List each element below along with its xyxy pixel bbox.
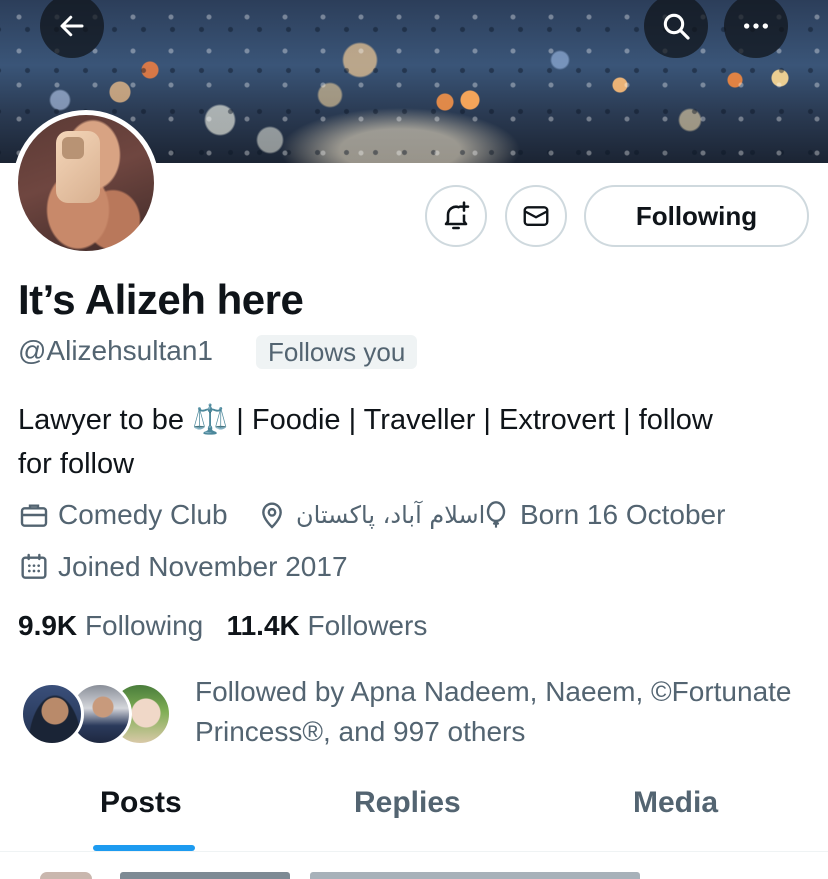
- following-stat[interactable]: 9.9K Following: [18, 610, 211, 641]
- notify-button[interactable]: [425, 185, 487, 247]
- briefcase-icon: [20, 504, 48, 527]
- avatar-phone-camera: [62, 137, 84, 159]
- followed-by-text: Followed by Apna Nadeem, Naeem, ©Fortuna…: [195, 676, 792, 747]
- joined-label: Joined November 2017: [58, 551, 348, 582]
- envelope-icon: [523, 206, 549, 226]
- following-button[interactable]: Following: [584, 185, 809, 247]
- bio-line-2: for follow: [18, 448, 135, 480]
- profile-joined: Joined November 2017: [18, 551, 348, 583]
- profile-stats: 9.9K Following 11.4K Followers: [18, 610, 427, 642]
- next-post-preview: [0, 872, 828, 879]
- followers-count: 11.4K: [226, 610, 300, 641]
- display-name: It’s Alizeh here: [18, 276, 304, 323]
- profile-handle: @Alizehsultan1: [18, 335, 213, 366]
- profile-category: Comedy Club: [18, 499, 228, 531]
- follower-avatar-1: [20, 682, 84, 746]
- following-stat-label: Following: [84, 610, 204, 641]
- message-button[interactable]: [505, 185, 567, 247]
- category-label: Comedy Club: [58, 499, 228, 530]
- follows-you-badge: Follows you: [256, 335, 418, 369]
- birthday-label: Born 16 October: [520, 499, 726, 530]
- balloon-icon: [486, 501, 506, 528]
- followers-stat-label: Followers: [307, 610, 428, 641]
- profile-birthday: Born 16 October: [480, 499, 725, 531]
- profile-location: اسلام آباد، پاکستان: [256, 499, 485, 531]
- more-horizontal-icon: [744, 23, 768, 29]
- search-icon: [663, 13, 690, 40]
- tab-media[interactable]: Media: [633, 786, 718, 820]
- location-pin-icon: [262, 502, 282, 529]
- calendar-icon: [21, 553, 47, 579]
- arrow-left-icon: [60, 15, 84, 37]
- bio-line-1: Lawyer to be ⚖️ | Foodie | Traveller | E…: [18, 404, 713, 436]
- bell-plus-icon: [444, 201, 470, 230]
- location-label: اسلام آباد، پاکستان: [296, 501, 486, 529]
- profile-bio: Lawyer to be ⚖️ | Foodie | Traveller | E…: [18, 398, 808, 486]
- tab-replies[interactable]: Replies: [354, 786, 461, 820]
- following-button-label: Following: [635, 200, 758, 231]
- tab-posts[interactable]: Posts: [100, 786, 182, 820]
- tabs-divider: [0, 851, 828, 852]
- following-count: 9.9K: [18, 610, 78, 641]
- followers-stat[interactable]: 11.4K Followers: [227, 610, 428, 641]
- profile-avatar[interactable]: [13, 110, 159, 256]
